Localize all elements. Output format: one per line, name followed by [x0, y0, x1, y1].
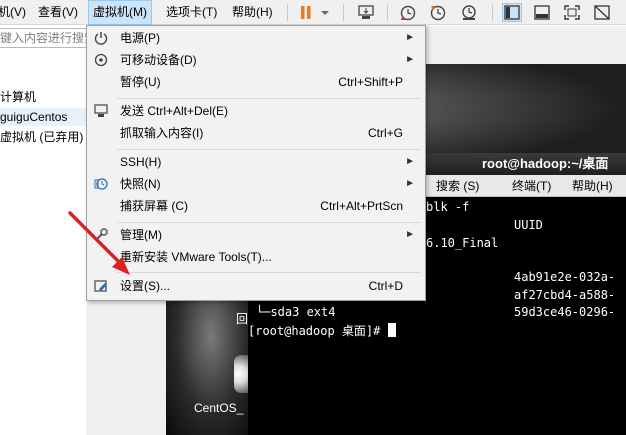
terminal-left-char: 回: [236, 312, 249, 326]
terminal-menu-help[interactable]: 帮助(H): [572, 175, 613, 197]
send-ctrl-alt-del-icon: [93, 103, 109, 119]
menu-file[interactable]: 虚拟机(V): [0, 0, 30, 25]
submenu-arrow-icon: ►: [405, 156, 415, 167]
menu-item-power[interactable]: 电源(P) ►: [87, 27, 425, 49]
library-item-guigucentos[interactable]: guiguCentos: [0, 108, 86, 126]
toolbar-separator: [492, 4, 493, 21]
submenu-arrow-icon: ►: [405, 229, 415, 240]
menu-bar: 虚拟机(V) 查看(V) 虚拟机(M) 选项卡(T) 帮助(H): [0, 0, 626, 25]
centos-desktop-label: CentOS_: [194, 401, 244, 415]
menu-item-snapshot[interactable]: 快照(N) ►: [87, 173, 425, 195]
menu-tabs[interactable]: 选项卡(T): [162, 0, 221, 25]
terminal-menu-terminal[interactable]: 终端(T): [512, 175, 551, 197]
terminal-menu-search[interactable]: 搜索 (S): [436, 175, 479, 197]
terminal-line: blk -f: [426, 200, 470, 214]
fullscreen-icon[interactable]: [562, 3, 582, 22]
library-item-deprecated-vm[interactable]: 虚拟机 (已弃用): [0, 128, 83, 146]
power-icon: [93, 30, 109, 46]
toolbar-separator: [387, 4, 388, 21]
menu-item-pause[interactable]: 暂停(U) Ctrl+Shift+P: [87, 71, 425, 93]
terminal-line: af27cbd4-a588-: [514, 288, 616, 302]
menu-vm[interactable]: 虚拟机(M): [88, 0, 152, 25]
library-search-input[interactable]: 键入内容进行搜索: [0, 28, 88, 48]
terminal-line: 4ab91e2e-032a-: [514, 270, 616, 284]
menu-item-send-ctrl-alt-del[interactable]: 发送 Ctrl+Alt+Del(E): [87, 100, 425, 122]
snapshot-manager-icon[interactable]: [459, 3, 479, 22]
snapshot-icon: [93, 176, 109, 192]
pause-icon[interactable]: [296, 3, 316, 22]
removable-devices-icon: [93, 52, 109, 68]
menu-view[interactable]: 查看(V): [34, 0, 82, 25]
menu-item-grab-input[interactable]: 抓取输入内容(I) Ctrl+G: [87, 122, 425, 144]
send-keys-icon[interactable]: [356, 3, 376, 22]
menu-separator: [117, 149, 421, 150]
library-item-computer[interactable]: 计算机: [0, 88, 36, 106]
terminal-line: └─sda3 ext4: [256, 305, 336, 319]
submenu-arrow-icon: ►: [405, 32, 415, 43]
terminal-line: 6.10_Final: [426, 236, 499, 250]
menu-separator: [117, 98, 421, 99]
snapshot-icon[interactable]: [398, 3, 418, 22]
terminal-line: UUID: [514, 218, 543, 232]
menu-item-removable-devices[interactable]: 可移动设备(D) ►: [87, 49, 425, 71]
revert-snapshot-icon[interactable]: [428, 3, 448, 22]
terminal-cursor: [387, 323, 396, 337]
annotation-arrow-icon: [68, 211, 130, 275]
wallpaper-moon: [234, 355, 248, 393]
toolbar-separator: [287, 4, 288, 21]
submenu-arrow-icon: ►: [405, 178, 415, 189]
terminal-prompt-line: [root@hadoop 桌面]#: [248, 323, 396, 339]
thumbnail-view-icon[interactable]: [532, 3, 552, 22]
toolbar-separator: [343, 4, 344, 21]
unity-icon[interactable]: [592, 3, 612, 22]
terminal-prompt: [root@hadoop 桌面]#: [248, 324, 388, 338]
submenu-arrow-icon: ►: [405, 54, 415, 65]
dropdown-arrow-icon[interactable]: [318, 3, 332, 22]
menu-separator: [117, 272, 421, 273]
menu-help[interactable]: 帮助(H): [228, 0, 277, 25]
console-view-icon[interactable]: [502, 3, 522, 22]
terminal-line: 59d3ce46-0296-: [514, 305, 616, 319]
menu-separator: [117, 222, 421, 223]
menu-item-ssh[interactable]: SSH(H) ►: [87, 151, 425, 173]
